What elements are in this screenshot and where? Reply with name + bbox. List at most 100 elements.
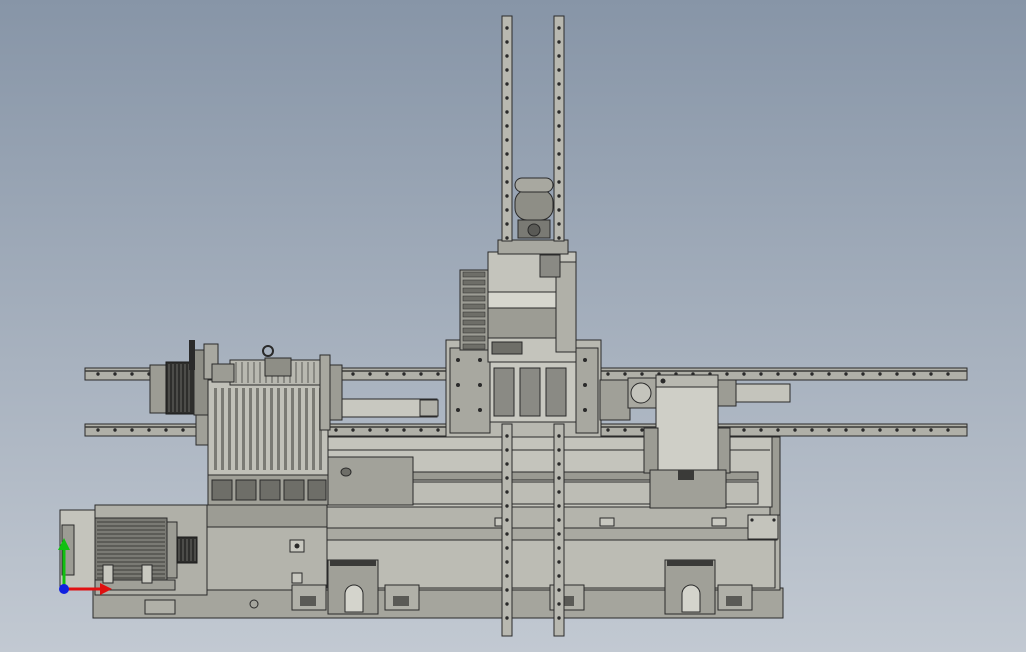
rail-bolt-hole [827, 372, 831, 376]
lathe-assembly-drawing [58, 15, 968, 637]
slide-bolt [583, 383, 587, 387]
rail-bolt-hole [725, 372, 729, 376]
rail-bolt-hole [912, 372, 916, 376]
rail-bolt-hole [557, 532, 561, 536]
slide-bolt [456, 408, 460, 412]
rail-bolt-hole [351, 428, 355, 432]
rail-bolt-hole [557, 546, 561, 550]
rail-bolt-hole [505, 490, 509, 494]
rail-bolt-hole [844, 428, 848, 432]
rail-bolt-hole [557, 574, 561, 578]
rail-bolt-hole [557, 222, 561, 226]
rail-bolt-hole [419, 428, 423, 432]
rail-bolt-hole [96, 428, 100, 432]
rail-bolt-hole [181, 428, 185, 432]
rail-bolt-hole [96, 372, 100, 376]
rail-bolt-hole [436, 428, 440, 432]
cad-viewport[interactable] [0, 0, 1026, 652]
rail-bolt-hole [895, 428, 899, 432]
rail-bolt-hole [827, 428, 831, 432]
rail-bolt-hole [505, 208, 509, 212]
rail-bolt-hole [793, 372, 797, 376]
headstock-fin [277, 388, 280, 470]
rail-bolt-hole [557, 124, 561, 128]
servo-motor [514, 177, 554, 239]
turret-gear-tooth [462, 271, 486, 278]
rail-bolt-hole [557, 504, 561, 508]
slide-bolt [456, 383, 460, 387]
slide-bolt [583, 358, 587, 362]
rail-bolt-hole [776, 428, 780, 432]
base-pocket [664, 559, 716, 615]
rail-bolt-hole [505, 194, 509, 198]
headstock-fin [263, 388, 266, 470]
headstock-fin [228, 388, 231, 470]
rail-bolt-hole [113, 372, 117, 376]
rail-bolt-hole [334, 428, 338, 432]
headstock-fin [235, 388, 238, 470]
rail-bolt-hole [557, 518, 561, 522]
rail-bolt-hole [793, 428, 797, 432]
rail-bolt-hole [623, 372, 627, 376]
rail-bolt-hole [759, 428, 763, 432]
rail-bolt-hole [385, 372, 389, 376]
turret-gear-tooth [462, 343, 486, 350]
rail-bolt-hole [557, 462, 561, 466]
rail-bolt-hole [505, 222, 509, 226]
turret-gear-tooth [462, 335, 486, 342]
rail-bolt-hole [505, 110, 509, 114]
headstock-fin [242, 388, 245, 470]
rail-bolt-hole [606, 428, 610, 432]
rail-bolt-hole [164, 428, 168, 432]
rail-bolt-hole [130, 372, 134, 376]
rail-bolt-hole [623, 428, 627, 432]
rail-bolt-hole [929, 372, 933, 376]
rail-bolt-hole [557, 180, 561, 184]
rail-bolt-hole [946, 372, 950, 376]
rail-bolt-hole [557, 68, 561, 72]
rail-bolt-hole [436, 372, 440, 376]
rail-bolt-hole [557, 616, 561, 620]
rail-bolt-hole [505, 54, 509, 58]
rail-bolt-hole [946, 428, 950, 432]
rail-bolt-hole [557, 476, 561, 480]
rail-bolt-hole [505, 96, 509, 100]
rail-bolt-hole [505, 236, 509, 240]
rail-bolt-hole [419, 372, 423, 376]
rail-bolt-hole [505, 546, 509, 550]
rail-bolt-hole [861, 428, 865, 432]
rail-bolt-hole [557, 560, 561, 564]
headstock-fin [291, 388, 294, 470]
rail-bolt-hole [505, 180, 509, 184]
rail-bolt-hole [130, 428, 134, 432]
rail-bolt-hole [147, 428, 151, 432]
slide-bolt [583, 408, 587, 412]
rail-bolt-hole [557, 54, 561, 58]
rail-bolt-hole [606, 372, 610, 376]
rail-bolt-hole [759, 372, 763, 376]
rail-bolt-hole [557, 82, 561, 86]
rail-bolt-hole [505, 588, 509, 592]
headstock-fin [298, 388, 301, 470]
rail-bolt-hole [742, 372, 746, 376]
rail-bolt-hole [505, 518, 509, 522]
rail-bolt-hole [844, 372, 848, 376]
turret-slide [459, 239, 577, 363]
headstock-fin [270, 388, 273, 470]
rail-bolt-hole [742, 428, 746, 432]
rail-bolt-hole [505, 602, 509, 606]
headstock-fin [284, 388, 287, 470]
rail-bolt-hole [557, 152, 561, 156]
rail-bolt-hole [776, 372, 780, 376]
turret-gear-tooth [462, 319, 486, 326]
rail-bolt-hole [557, 490, 561, 494]
rail-bolt-hole [557, 448, 561, 452]
turret-gear-tooth [462, 287, 486, 294]
turret-gear-tooth [462, 279, 486, 286]
rail-bolt-hole [402, 372, 406, 376]
rail-bolt-hole [505, 124, 509, 128]
rail-bolt-hole [557, 96, 561, 100]
rail-bolt-hole [505, 476, 509, 480]
rail-bolt-hole [810, 372, 814, 376]
rail-bolt-hole [505, 152, 509, 156]
